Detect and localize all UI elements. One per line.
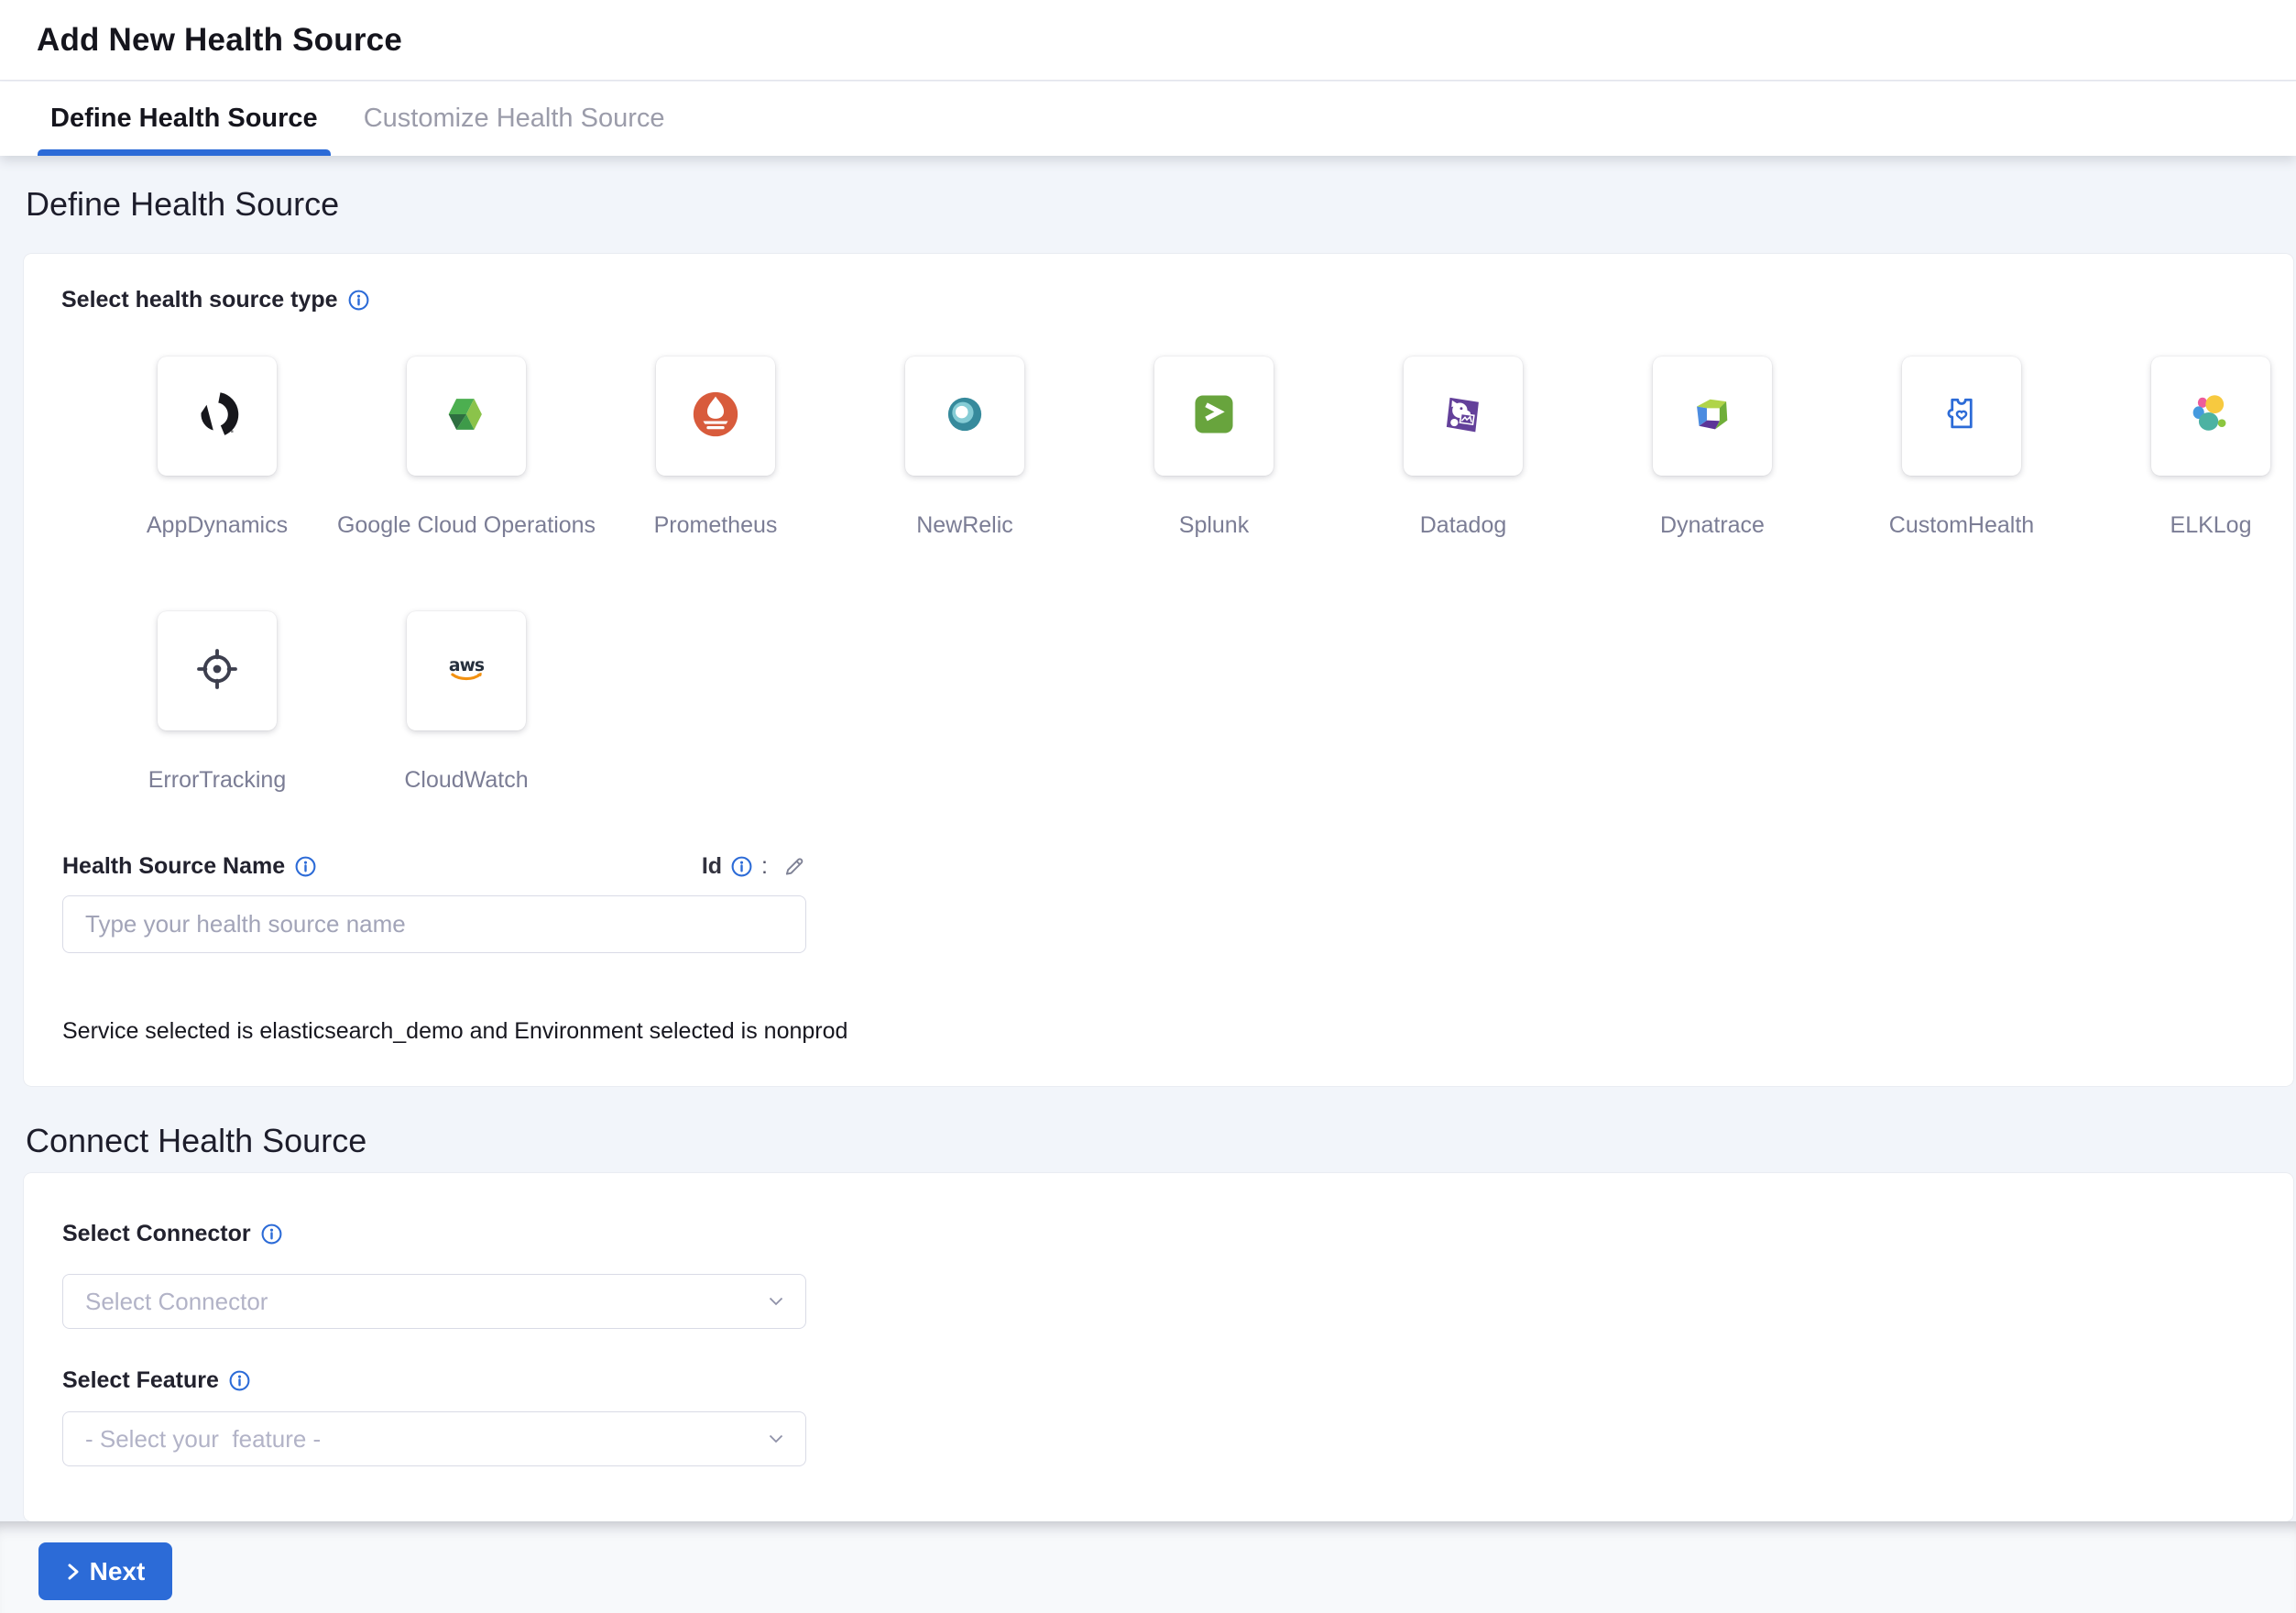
add-health-source-page: Add New Health Source Define Health Sour… — [0, 0, 2296, 1613]
source-option-splunk: Splunk — [1089, 357, 1339, 539]
errortracking-icon — [191, 642, 244, 700]
info-icon[interactable] — [347, 289, 370, 312]
select-feature-label: Select Feature — [62, 1367, 219, 1394]
select-type-label-row: Select health source type — [61, 287, 370, 313]
id-colon: : — [761, 853, 768, 880]
cloudwatch-tile[interactable]: aws — [407, 611, 526, 730]
next-button[interactable]: Next — [38, 1542, 172, 1600]
dynatrace-tile[interactable] — [1653, 357, 1772, 476]
google-cloud-operations-tile[interactable] — [407, 357, 526, 476]
info-icon[interactable] — [228, 1369, 251, 1392]
health-source-name-label: Health Source Name — [62, 853, 285, 880]
source-type-grid: AppDynamics Google Cloud Operations — [93, 357, 2296, 794]
chevron-down-icon — [769, 1297, 783, 1306]
select-connector-label: Select Connector — [62, 1221, 251, 1247]
info-icon[interactable] — [260, 1223, 283, 1245]
tab-bar: Define Health Source Customize Health So… — [0, 82, 2296, 156]
connector-select-placeholder: Select Connector — [85, 1288, 268, 1316]
tab-label: Define Health Source — [50, 104, 318, 134]
info-icon[interactable] — [730, 855, 753, 878]
errortracking-tile[interactable] — [158, 611, 277, 730]
source-option-customhealth: CustomHealth — [1837, 357, 2086, 539]
svg-text:aws: aws — [449, 655, 485, 675]
appdynamics-icon — [191, 388, 244, 445]
source-option-appdynamics: AppDynamics — [93, 357, 342, 539]
tab-define-health-source[interactable]: Define Health Source — [38, 82, 331, 156]
connector-select[interactable]: Select Connector — [62, 1274, 806, 1329]
splunk-tile[interactable] — [1154, 357, 1274, 476]
info-icon[interactable] — [294, 855, 317, 878]
source-option-prometheus: Prometheus — [591, 357, 840, 539]
connect-section-heading: Connect Health Source — [26, 1122, 366, 1160]
define-health-source-card: Select health source type AppDynamics — [24, 254, 2293, 1086]
customhealth-tile[interactable] — [1902, 357, 2021, 476]
health-source-name-row: Health Source Name Id : — [62, 853, 806, 880]
tab-customize-health-source[interactable]: Customize Health Source — [351, 82, 678, 156]
elklog-icon — [2184, 388, 2237, 445]
appdynamics-tile[interactable] — [158, 357, 277, 476]
newrelic-icon — [938, 388, 991, 445]
datadog-icon — [1437, 388, 1490, 445]
cloudwatch-icon: aws — [440, 642, 493, 700]
elklog-tile[interactable] — [2151, 357, 2270, 476]
edit-id-pencil-icon[interactable] — [782, 854, 806, 879]
connect-health-source-card: Select Connector Select Connector Select… — [24, 1173, 2293, 1521]
define-section-heading: Define Health Source — [26, 185, 339, 224]
id-group: Id : — [702, 853, 806, 880]
select-feature-label-row: Select Feature — [62, 1367, 251, 1394]
source-option-dynatrace: Dynatrace — [1588, 357, 1837, 539]
source-option-google-cloud-operations: Google Cloud Operations — [342, 357, 591, 539]
service-environment-note: Service selected is elasticsearch_demo a… — [62, 1018, 847, 1045]
id-label: Id — [702, 853, 722, 880]
source-option-errortracking: ErrorTracking — [93, 611, 342, 794]
feature-select-placeholder: - Select your feature - — [85, 1425, 321, 1454]
datadog-tile[interactable] — [1404, 357, 1523, 476]
tab-label: Customize Health Source — [364, 104, 665, 134]
health-source-name-input[interactable] — [62, 895, 806, 953]
source-option-newrelic: NewRelic — [840, 357, 1089, 539]
health-source-name-label-group: Health Source Name — [62, 853, 317, 880]
source-option-elklog: ELKLog — [2086, 357, 2296, 539]
next-button-label: Next — [90, 1557, 146, 1586]
select-type-label: Select health source type — [61, 287, 338, 313]
chevron-right-icon — [66, 1562, 81, 1582]
source-option-cloudwatch: aws CloudWatch — [342, 611, 591, 794]
splunk-icon — [1187, 388, 1241, 445]
source-option-datadog: Datadog — [1339, 357, 1588, 539]
chevron-down-icon — [769, 1434, 783, 1443]
customhealth-icon — [1935, 388, 1988, 445]
newrelic-tile[interactable] — [905, 357, 1024, 476]
dialog-header: Add New Health Source — [0, 0, 2296, 81]
dynatrace-icon — [1686, 388, 1739, 445]
wizard-footer: Next — [0, 1521, 2296, 1613]
prometheus-tile[interactable] — [656, 357, 775, 476]
select-connector-label-row: Select Connector — [62, 1221, 283, 1247]
feature-select[interactable]: - Select your feature - — [62, 1411, 806, 1466]
google-cloud-operations-icon — [440, 388, 493, 445]
page-title: Add New Health Source — [37, 0, 402, 81]
prometheus-icon — [689, 388, 742, 445]
